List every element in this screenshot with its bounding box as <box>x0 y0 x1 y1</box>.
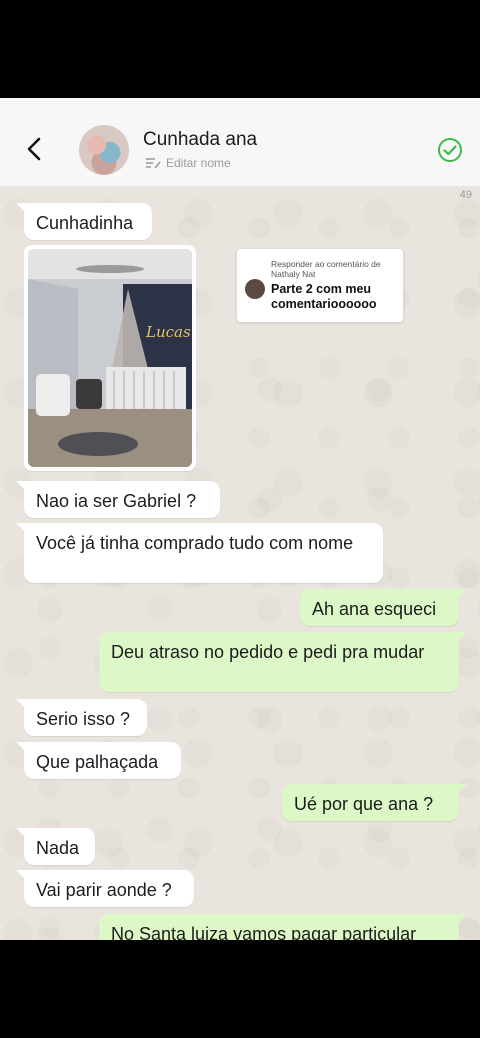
chat-screen: Cunhada ana Editar nome 49 Cunhadinha Lu… <box>0 98 480 940</box>
bottom-black-bar <box>0 940 480 1038</box>
outgoing-message[interactable]: Deu atraso no pedido e pedi pra mudar <box>99 632 467 692</box>
edit-lines-icon <box>146 158 161 169</box>
sign-lucas: Lucas <box>145 323 191 341</box>
back-arrow-icon[interactable] <box>22 136 48 162</box>
outgoing-message[interactable]: Ah ana esqueci <box>300 589 467 626</box>
reply-comment-card: Responder ao comentário de Nathaly Nat P… <box>237 249 403 322</box>
incoming-message[interactable]: Você já tinha comprado tudo com nome <box>16 523 383 583</box>
top-black-bar <box>0 0 480 98</box>
contact-name[interactable]: Cunhada ana <box>143 129 257 151</box>
incoming-message[interactable]: Vai parir aonde ? <box>16 870 194 907</box>
incoming-message[interactable]: Serio isso ? <box>16 699 147 736</box>
edit-name-link[interactable]: Editar nome <box>145 156 231 170</box>
edit-name-label: Editar nome <box>166 156 231 170</box>
image-message[interactable]: Lucas <box>24 245 196 471</box>
incoming-message[interactable]: Que palhaçada <box>16 742 181 779</box>
chat-header: Cunhada ana Editar nome <box>0 98 480 186</box>
outgoing-message[interactable]: Ué por que ana ? <box>282 784 467 821</box>
commenter-avatar <box>245 279 265 299</box>
outgoing-message[interactable]: No Santa luiza vamos pagar particular <box>99 914 467 940</box>
incoming-message[interactable]: Nada <box>16 828 95 865</box>
contact-avatar[interactable] <box>79 125 129 175</box>
message-counter: 49 <box>459 189 472 201</box>
reply-text: Parte 2 com meu comentarioooooo <box>271 282 377 311</box>
incoming-message[interactable]: Cunhadinha <box>16 203 152 240</box>
reply-label: Responder ao comentário de Nathaly Nat <box>271 259 381 279</box>
check-circle-icon[interactable] <box>437 137 463 163</box>
incoming-message[interactable]: Nao ia ser Gabriel ? <box>16 481 220 518</box>
nursery-photo: Lucas <box>28 249 192 467</box>
